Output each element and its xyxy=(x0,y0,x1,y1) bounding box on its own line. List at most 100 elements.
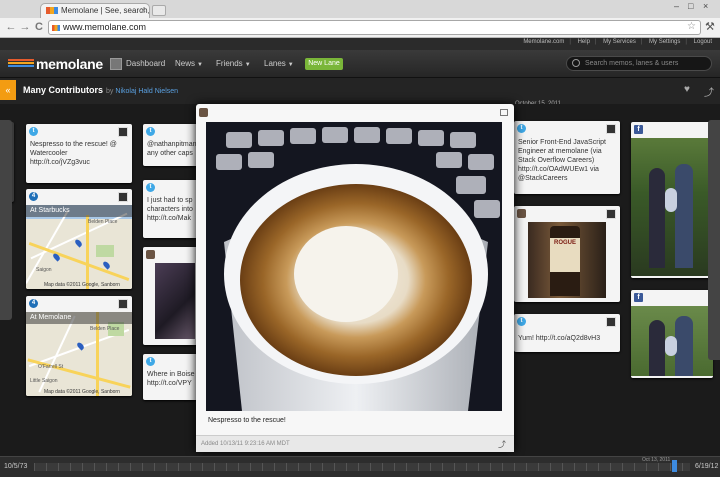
chevron-down-icon: ▼ xyxy=(287,62,294,68)
wrench-menu-icon[interactable]: ⚒ xyxy=(705,20,715,33)
account-links: Memolane.com | Help | My Services | My Sett… xyxy=(523,39,712,45)
lane-author-link[interactable]: Nikolaj Hald Nielsen xyxy=(115,88,178,95)
memo-card-tweet[interactable]: t @nathanpitman any other caps xyxy=(143,124,203,166)
user-thumbnail xyxy=(606,317,616,327)
user-thumbnail xyxy=(118,127,128,137)
memo-text: @nathanpitman any other caps xyxy=(147,141,197,157)
facebook-icon: f xyxy=(634,293,643,302)
map-title: At Starbucks xyxy=(26,205,132,217)
memo-card-facebook-photo[interactable]: f xyxy=(631,290,713,378)
account-links-strip: Memolane.com | Help | My Services | My Sett… xyxy=(0,38,720,50)
right-scroll-handle[interactable] xyxy=(708,120,720,360)
memolane-logo-icon[interactable] xyxy=(8,59,34,69)
facebook-icon: f xyxy=(634,125,643,134)
maximize-icon[interactable]: □ xyxy=(688,1,693,12)
photo-beer-bottle: ROGUE xyxy=(528,222,606,298)
forward-arrow-icon[interactable]: → xyxy=(18,20,32,34)
memo-card-tweet[interactable]: t Senior Front-End JavaScript Engineer a… xyxy=(514,121,620,194)
expand-icon[interactable] xyxy=(500,109,508,116)
featured-memo-modal[interactable]: Nespresso to the rescue! Added 10/13/11 … xyxy=(196,104,514,452)
map-label: Belden Place xyxy=(88,219,118,225)
new-lane-button[interactable]: New Lane xyxy=(305,58,343,70)
map-pin-icon xyxy=(73,238,84,248)
twitter-icon: t xyxy=(146,183,155,192)
timeline-position-handle[interactable] xyxy=(672,460,677,472)
memo-card-tweet[interactable]: t Where in Boise http://t.co/VPY xyxy=(143,354,203,400)
user-avatar[interactable] xyxy=(110,58,122,70)
nav-friends[interactable]: Friends ▼ xyxy=(216,59,251,68)
foursquare-icon: 4 xyxy=(29,192,38,201)
memo-text: Where in Boise http://t.co/VPY xyxy=(147,371,195,387)
memo-card-map-starbucks[interactable]: 4 At Starbucks Belden Place Saigon Map d… xyxy=(26,189,132,289)
map-memolane[interactable]: At Memolane Belden Place O'Farrell St Li… xyxy=(26,312,132,396)
link-memolane-com[interactable]: Memolane.com xyxy=(523,39,564,45)
lane-back-button[interactable]: « xyxy=(0,80,16,100)
left-scroll-handle[interactable] xyxy=(0,120,12,320)
map-starbucks[interactable]: At Starbucks Belden Place Saigon Map dat… xyxy=(26,205,132,289)
site-logo[interactable]: memolane xyxy=(36,56,103,72)
memo-card-photo[interactable] xyxy=(143,247,203,345)
instagram-icon xyxy=(517,209,526,218)
map-label: Belden Place xyxy=(90,326,120,332)
link-help[interactable]: Help xyxy=(578,39,590,45)
timeline-track[interactable] xyxy=(34,463,690,471)
instagram-icon xyxy=(146,250,155,259)
tab-title: Memolane | See, search, and xyxy=(61,6,150,15)
map-credit: Map data ©2011 Google, Sanborn xyxy=(44,389,120,395)
bookmark-star-icon[interactable]: ☆ xyxy=(687,21,696,32)
memo-card-facebook-photo[interactable]: f xyxy=(631,122,713,278)
back-arrow-icon[interactable]: ← xyxy=(4,20,18,34)
new-tab-button[interactable] xyxy=(152,5,166,16)
browser-toolbar: ← → C www.memolane.com ☆ ⚒ xyxy=(0,18,720,38)
tab-close-icon[interactable]: × xyxy=(141,5,146,15)
browser-window: Memolane | See, search, and × – □ × ← → … xyxy=(0,0,720,477)
minimize-icon[interactable]: – xyxy=(674,1,679,12)
timeline-end-date: 6/19/12 xyxy=(695,463,719,470)
site-header: memolane Dashboard News ▼ Friends ▼ Lanes ▼… xyxy=(0,50,720,78)
site-favicon-icon xyxy=(52,25,60,31)
nav-dashboard[interactable]: Dashboard xyxy=(126,59,165,68)
search-placeholder: Search memos, lanes & users xyxy=(585,60,679,67)
nav-lanes[interactable]: Lanes ▼ xyxy=(264,59,294,68)
twitter-icon: t xyxy=(29,127,38,136)
timeline-current-date: Oct 13, 2011 xyxy=(642,457,671,463)
lane-title-bar: « Many Contributors by Nikolaj Hald Nielse… xyxy=(0,78,720,104)
link-my-services[interactable]: My Services xyxy=(603,39,636,45)
window-close-icon[interactable]: × xyxy=(703,1,708,12)
share-icon[interactable]: ⤴ xyxy=(704,84,714,99)
photo-thumbnail xyxy=(155,263,195,339)
url-text: www.memolane.com xyxy=(63,22,147,32)
link-my-settings[interactable]: My Settings xyxy=(649,39,680,45)
chevron-down-icon: ▼ xyxy=(197,62,203,68)
lane-title-text: Many Contributors xyxy=(23,85,103,95)
memo-card-photo[interactable]: ROGUE xyxy=(514,206,620,302)
map-label: Saigon xyxy=(36,267,52,273)
photo-family xyxy=(631,138,713,276)
modal-caption: Nespresso to the rescue! xyxy=(208,417,286,424)
address-bar[interactable]: www.memolane.com ☆ xyxy=(48,20,701,35)
photo-coffee-cup[interactable] xyxy=(206,122,502,411)
memo-card-tweet[interactable]: t Nespresso to the rescue! @ Watercooler… xyxy=(26,124,132,183)
nav-news[interactable]: News ▼ xyxy=(175,59,203,68)
chevron-down-icon: ▼ xyxy=(244,62,251,68)
reload-icon[interactable]: C xyxy=(32,20,46,34)
memo-card-tweet[interactable]: t Yum! http://t.co/aQ2d8vH3 xyxy=(514,314,620,352)
search-input[interactable]: Search memos, lanes & users xyxy=(566,56,712,71)
map-label: Little Saigon xyxy=(30,378,58,384)
browser-tab[interactable]: Memolane | See, search, and × xyxy=(40,3,150,18)
added-timestamp: Added 10/13/11 9:23:16 AM MDT xyxy=(201,441,290,447)
share-icon[interactable]: ⤴ xyxy=(498,439,506,450)
nav-news-label: News xyxy=(175,59,196,68)
lane-title: Many Contributors by Nikolaj Hald Nielsen xyxy=(23,85,178,95)
heart-icon[interactable]: ♥ xyxy=(684,84,690,95)
timeline-bar[interactable]: 10/5/73 Oct 13, 2011 6/19/12 xyxy=(0,456,720,477)
photo-family xyxy=(631,306,713,376)
memo-text: Senior Front-End JavaScript Engineer at … xyxy=(518,139,606,182)
memo-card-map-memolane[interactable]: 4 At Memolane Belden Place O'Farrell St … xyxy=(26,296,132,396)
map-title: At Memolane xyxy=(26,312,132,324)
twitter-icon: t xyxy=(517,317,526,326)
user-thumbnail xyxy=(606,124,616,134)
memo-card-tweet[interactable]: t I just had to sp characters into http:… xyxy=(143,180,203,238)
link-logout[interactable]: Logout xyxy=(694,39,712,45)
tab-bar: Memolane | See, search, and × – □ × xyxy=(0,0,720,18)
